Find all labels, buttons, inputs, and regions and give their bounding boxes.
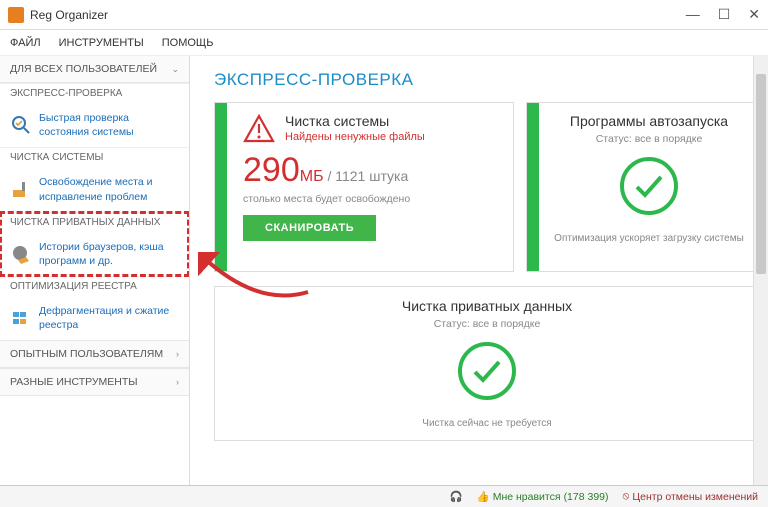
card-accent — [215, 103, 227, 271]
card-note: Чистка сейчас не требуется — [422, 418, 551, 429]
menubar: ФАЙЛ ИНСТРУМЕНТЫ ПОМОЩЬ — [0, 30, 768, 56]
minimize-button[interactable]: — — [686, 6, 700, 23]
sidebar-hdr-misc[interactable]: РАЗНЫЕ ИНСТРУМЕНТЫ › — [0, 368, 189, 396]
sidebar-hdr-allusers-label: ДЛЯ ВСЕХ ПОЛЬЗОВАТЕЛЕЙ — [10, 63, 157, 75]
menu-help[interactable]: ПОМОЩЬ — [162, 37, 214, 49]
scan-button[interactable]: СКАНИРОВАТЬ — [243, 215, 376, 241]
magnifier-check-icon — [10, 114, 32, 136]
sidebar-hdr-expert-label: ОПЫТНЫМ ПОЛЬЗОВАТЕЛЯМ — [10, 348, 163, 360]
chevron-right-icon: › — [176, 349, 179, 359]
sidebar-item-express-label: Быстрая проверка состояния системы — [39, 111, 179, 139]
sidebar-item-private[interactable]: Истории браузеров, кэша программ и др. — [0, 232, 189, 276]
check-circle-icon — [456, 340, 518, 402]
statusbar: 🎧 👍 Мне нравится (178 399) ⦸ Центр отмен… — [0, 485, 768, 507]
warning-icon — [243, 113, 275, 145]
like-button[interactable]: 👍 Мне нравится (178 399) — [477, 490, 609, 503]
sidebar-group-private-highlighted: ЧИСТКА ПРИВАТНЫХ ДАННЫХ Истории браузеро… — [0, 212, 189, 276]
sidebar-item-express[interactable]: Быстрая проверка состояния системы — [0, 103, 189, 147]
scrollbar[interactable] — [753, 56, 768, 485]
card-status: Статус: все в порядке — [434, 318, 541, 330]
chevron-right-icon: › — [176, 377, 179, 387]
scrollbar-thumb[interactable] — [756, 74, 766, 274]
undo-label: Центр отмены изменений — [632, 491, 758, 503]
card-status: Найдены ненужные файлы — [285, 131, 425, 143]
broom-icon — [10, 179, 32, 201]
maximize-button[interactable]: ☐ — [718, 6, 731, 23]
sidebar-sub-private: ЧИСТКА ПРИВАТНЫХ ДАННЫХ — [0, 212, 189, 232]
sidebar-hdr-allusers[interactable]: ДЛЯ ВСЕХ ПОЛЬЗОВАТЕЛЕЙ ⌄ — [0, 56, 189, 83]
titlebar: Reg Organizer — ☐ ✕ — [0, 0, 768, 30]
sidebar-item-regopt-label: Дефрагментация и сжатие реестра — [39, 304, 179, 332]
thumbs-up-icon: 👍 — [477, 490, 490, 503]
check-circle-icon — [618, 155, 680, 217]
sidebar-sub-regopt: ОПТИМИЗАЦИЯ РЕЕСТРА — [0, 276, 189, 296]
card-title: Программы автозапуска — [570, 113, 728, 129]
cleanup-hint: столько места будет освобождено — [243, 193, 497, 205]
undo-center-button[interactable]: ⦸ Центр отмены изменений — [623, 490, 758, 503]
sidebar-item-regopt[interactable]: Дефрагментация и сжатие реестра — [0, 296, 189, 340]
defrag-icon — [10, 307, 32, 329]
sidebar-sub-system: ЧИСТКА СИСТЕМЫ — [0, 147, 189, 167]
card-system-cleanup[interactable]: Чистка системы Найдены ненужные файлы 29… — [214, 102, 514, 272]
privacy-icon — [10, 243, 32, 265]
menu-file[interactable]: ФАЙЛ — [10, 37, 41, 49]
cleanup-unit: МБ — [300, 168, 324, 185]
sidebar-sub-express: ЭКСПРЕСС-ПРОВЕРКА — [0, 83, 189, 103]
card-private-data[interactable]: Чистка приватных данных Статус: все в по… — [214, 286, 760, 441]
undo-icon: ⦸ — [623, 490, 630, 503]
sidebar-item-system[interactable]: Освобождение места и исправление проблем — [0, 167, 189, 211]
card-status: Статус: все в порядке — [596, 133, 703, 145]
like-label: Мне нравится — [493, 491, 561, 503]
headphones-icon[interactable]: 🎧 — [450, 490, 463, 503]
sidebar-item-system-label: Освобождение места и исправление проблем — [39, 175, 179, 203]
app-icon — [8, 7, 24, 23]
window-title: Reg Organizer — [30, 8, 108, 22]
content: ЭКСПРЕСС-ПРОВЕРКА Чистка системы Найдены… — [190, 56, 768, 485]
card-accent — [527, 103, 539, 271]
chevron-down-icon: ⌄ — [171, 64, 179, 75]
sidebar: ДЛЯ ВСЕХ ПОЛЬЗОВАТЕЛЕЙ ⌄ ЭКСПРЕСС-ПРОВЕР… — [0, 56, 190, 485]
sidebar-hdr-expert[interactable]: ОПЫТНЫМ ПОЛЬЗОВАТЕЛЯМ › — [0, 340, 189, 368]
menu-tools[interactable]: ИНСТРУМЕНТЫ — [59, 37, 144, 49]
cleanup-count: 1121 штука — [335, 168, 408, 184]
card-note: Оптимизация ускоряет загрузку системы — [554, 233, 744, 244]
card-title: Чистка приватных данных — [402, 298, 572, 314]
card-title: Чистка системы — [285, 113, 425, 129]
sidebar-hdr-misc-label: РАЗНЫЕ ИНСТРУМЕНТЫ — [10, 376, 138, 388]
cleanup-number: 290 — [243, 151, 300, 189]
close-button[interactable]: ✕ — [748, 6, 760, 23]
like-count: (178 399) — [564, 491, 609, 503]
page-title: ЭКСПРЕСС-ПРОВЕРКА — [214, 70, 760, 90]
sidebar-item-private-label: Истории браузеров, кэша программ и др. — [39, 240, 179, 268]
card-startup[interactable]: Программы автозапуска Статус: все в поря… — [526, 102, 760, 272]
cleanup-size: 290МБ / 1121 штука — [243, 151, 497, 190]
